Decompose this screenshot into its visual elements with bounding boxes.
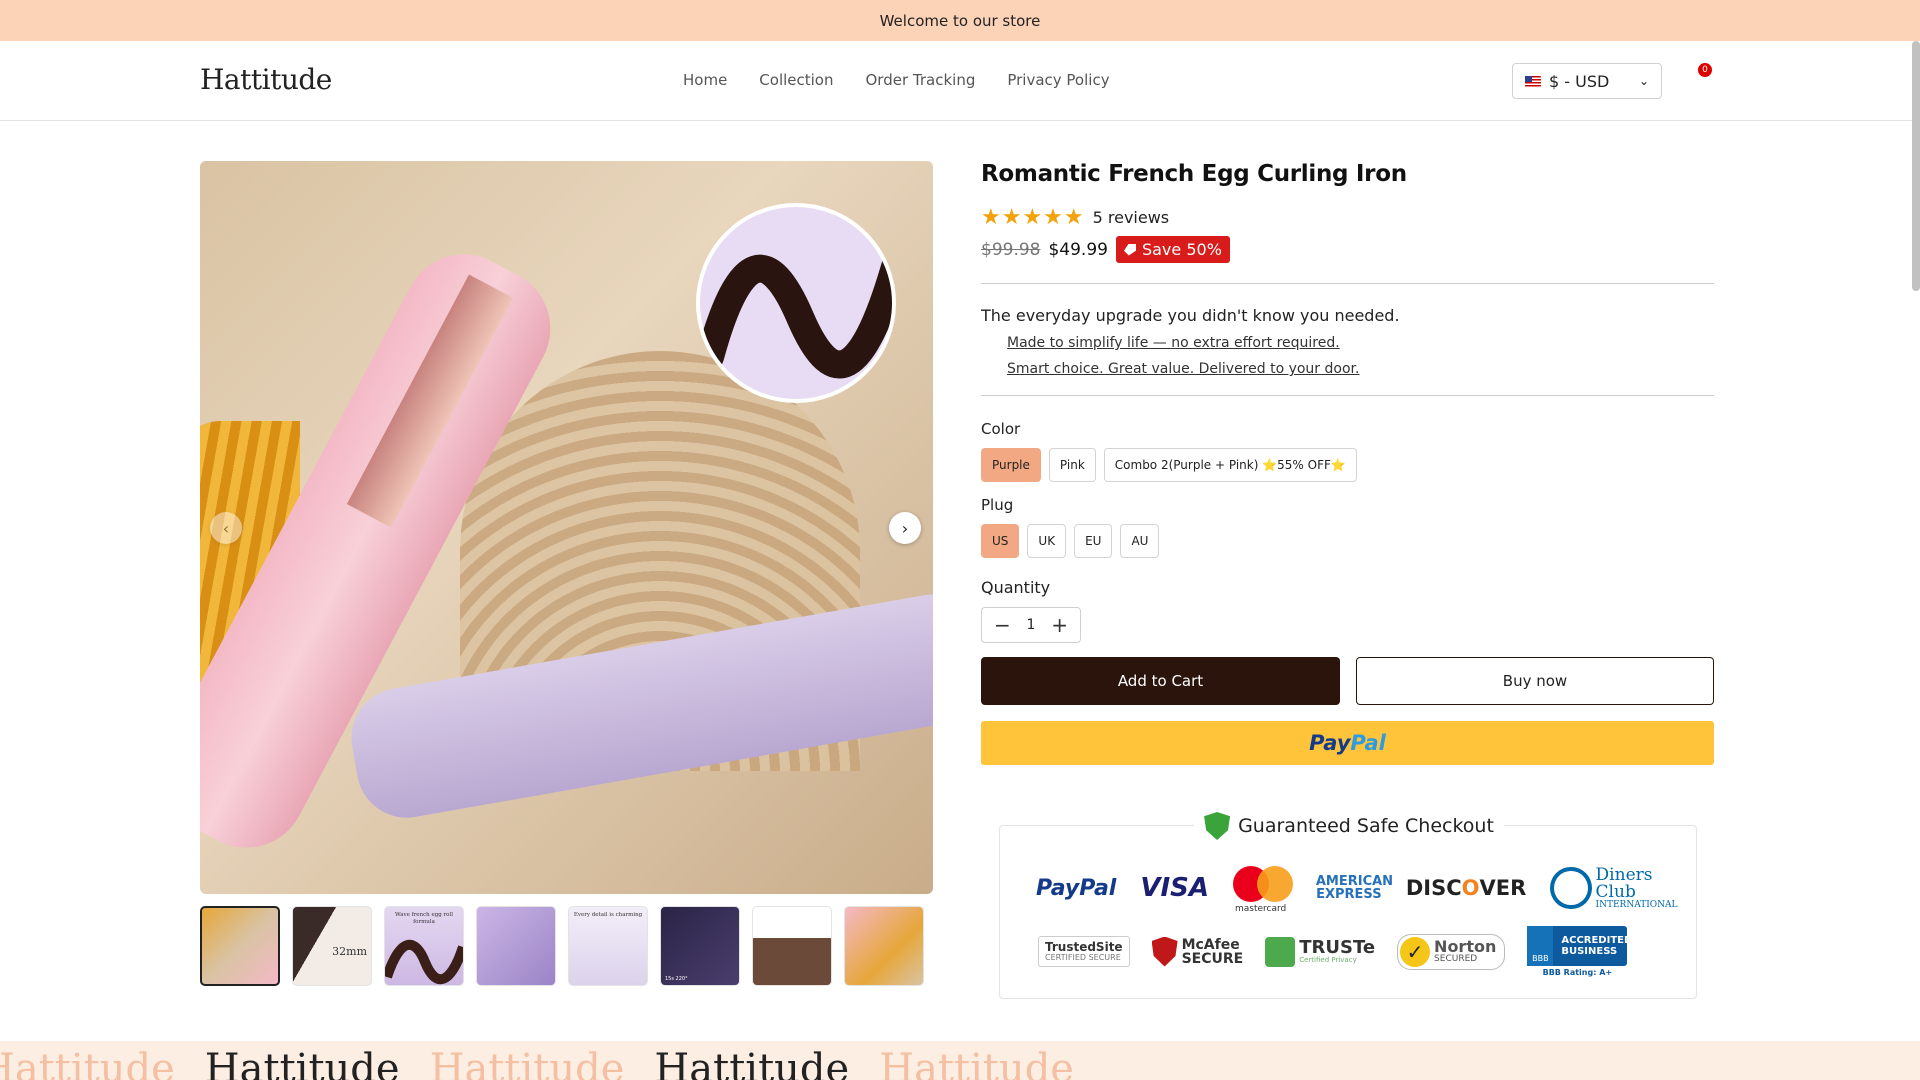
plus-icon[interactable]: + xyxy=(1051,613,1068,637)
quantity-label: Quantity xyxy=(981,578,1051,597)
minus-icon[interactable]: − xyxy=(994,613,1011,637)
paypal-logo: PayPal xyxy=(1036,875,1117,901)
main-nav: Home Collection Order Tracking Privacy P… xyxy=(683,71,1110,89)
marquee-word: Hattitude xyxy=(204,1046,400,1080)
marquee-word: Hattitude xyxy=(879,1046,1074,1080)
nav-home[interactable]: Home xyxy=(683,71,727,89)
plug-option-au[interactable]: AU xyxy=(1120,524,1160,558)
product-info: Romantic French Egg Curling Iron ★★★★★ 5… xyxy=(981,161,1714,765)
plug-label: Plug xyxy=(981,496,1014,514)
mcafee-shield-icon xyxy=(1151,936,1178,967)
image-wave-inset xyxy=(696,203,896,403)
mastercard-logo: mastercard xyxy=(1233,864,1293,914)
thumbnail-strip: 32mm Wave french egg roll formula Every … xyxy=(200,906,924,986)
currency-selector[interactable]: $ - USD ⌄ xyxy=(1512,63,1662,99)
paypal-button[interactable]: Pay Pal xyxy=(981,721,1714,765)
store-logo[interactable]: Hattitude xyxy=(200,63,332,96)
product-bullet: Made to simplify life — no extra effort … xyxy=(1007,335,1340,351)
truste-icon xyxy=(1265,936,1296,967)
thumbnail-7[interactable] xyxy=(752,906,832,986)
bbb-logo: BBB xyxy=(1527,926,1554,966)
diners-club-logo: Diners Club INTERNATIONAL xyxy=(1550,866,1696,910)
color-option-purple[interactable]: Purple xyxy=(981,448,1041,482)
product-title: Romantic French Egg Curling Iron xyxy=(981,161,1407,187)
cart-count-badge[interactable]: 0 xyxy=(1698,63,1712,77)
sale-price: $49.99 xyxy=(1048,239,1108,260)
purchase-buttons: Add to Cart Buy now xyxy=(981,657,1714,705)
truste-badge: TRUSTe Certified Privacy xyxy=(1265,936,1375,967)
gallery-next-button[interactable]: › xyxy=(889,512,921,544)
nav-collection[interactable]: Collection xyxy=(759,71,833,89)
plug-option-eu[interactable]: EU xyxy=(1074,524,1113,558)
reviews-count: 5 reviews xyxy=(1092,208,1170,227)
nav-order-tracking[interactable]: Order Tracking xyxy=(866,71,976,89)
save-badge: Save 50% xyxy=(1115,236,1230,263)
divider xyxy=(981,283,1714,284)
thumbnail-1[interactable] xyxy=(200,906,280,986)
trustedsite-badge: TrustedSite CERTIFIED SECURE xyxy=(1038,935,1130,968)
discover-logo: DISCOVER xyxy=(1405,876,1527,900)
announcement-text: Welcome to our store xyxy=(879,11,1041,30)
brand-marquee: Hattitude Hattitude Hattitude Hattitude … xyxy=(0,1041,1920,1080)
currency-label: $ - USD xyxy=(1549,71,1610,91)
color-option-pink[interactable]: Pink xyxy=(1048,448,1096,482)
mcafee-badge: McAfee SECURE xyxy=(1151,936,1243,967)
safe-checkout-box: Guaranteed Safe Checkout PayPal VISA mas… xyxy=(999,812,1697,999)
nav-privacy-policy[interactable]: Privacy Policy xyxy=(1007,71,1109,89)
add-to-cart-button[interactable]: Add to Cart xyxy=(981,657,1340,705)
product-main-image[interactable]: ‹ › xyxy=(200,161,933,894)
star-rating-icon: ★★★★★ xyxy=(981,205,1085,230)
thumbnail-8[interactable] xyxy=(844,906,924,986)
buy-now-button[interactable]: Buy now xyxy=(1356,657,1714,705)
product-bullet: Smart choice. Great value. Delivered to … xyxy=(1007,361,1360,377)
price-row: $99.98 $49.99 Save 50% xyxy=(981,236,1714,263)
save-label: Save 50% xyxy=(1141,240,1222,259)
plug-option-uk[interactable]: UK xyxy=(1027,524,1067,558)
plug-option-us[interactable]: US xyxy=(981,524,1020,558)
marquee-word: Hattitude xyxy=(0,1046,175,1080)
marquee-word: Hattitude xyxy=(429,1046,625,1080)
marquee-word: Hattitude xyxy=(654,1046,850,1080)
bbb-badge: BBB ACCREDITED BUSINESS BBB Rating: A+ xyxy=(1527,926,1632,977)
thumbnail-6[interactable]: 15s 220° xyxy=(660,906,740,986)
tag-icon xyxy=(1123,243,1136,256)
checkmark-icon: ✓ xyxy=(1400,936,1431,967)
announcement-bar: Welcome to our store xyxy=(0,0,1920,41)
shield-check-icon xyxy=(1204,812,1231,840)
product-rating[interactable]: ★★★★★ 5 reviews xyxy=(981,205,1714,230)
thumbnail-5[interactable]: Every detail is charming xyxy=(568,906,648,986)
color-options: Purple Pink Combo 2(Purple + Pink) ⭐55% … xyxy=(981,448,1714,482)
plug-options: US UK EU AU xyxy=(981,524,1714,558)
payment-logos: PayPal VISA mastercard AMERICAN EXPRESS … xyxy=(1036,864,1696,914)
thumbnail-3[interactable]: Wave french egg roll formula xyxy=(384,906,464,986)
divider xyxy=(981,395,1714,396)
quantity-value[interactable]: 1 xyxy=(1027,617,1036,633)
chevron-down-icon: ⌄ xyxy=(1638,74,1649,88)
safe-checkout-title: Guaranteed Safe Checkout xyxy=(1238,815,1494,837)
site-header: Hattitude Home Collection Order Tracking… xyxy=(0,41,1920,121)
thumbnail-2[interactable]: 32mm xyxy=(292,906,372,986)
norton-badge: ✓ Norton SECURED xyxy=(1397,933,1506,970)
color-option-combo[interactable]: Combo 2(Purple + Pink) ⭐55% OFF⭐ xyxy=(1103,448,1357,482)
trust-badges: TrustedSite CERTIFIED SECURE McAfee SECUR… xyxy=(1038,926,1632,977)
gallery-prev-button[interactable]: ‹ xyxy=(210,512,242,544)
product-tagline: The everyday upgrade you didn't know you… xyxy=(981,306,1400,325)
amex-logo: AMERICAN EXPRESS xyxy=(1315,874,1394,902)
visa-logo: VISA xyxy=(1140,873,1209,903)
page-scrollbar[interactable] xyxy=(1912,41,1920,291)
color-label: Color xyxy=(981,420,1021,438)
us-flag-icon xyxy=(1525,75,1541,87)
quantity-stepper: − 1 + xyxy=(981,607,1081,643)
thumbnail-4[interactable] xyxy=(476,906,556,986)
compare-price: $99.98 xyxy=(981,239,1041,260)
